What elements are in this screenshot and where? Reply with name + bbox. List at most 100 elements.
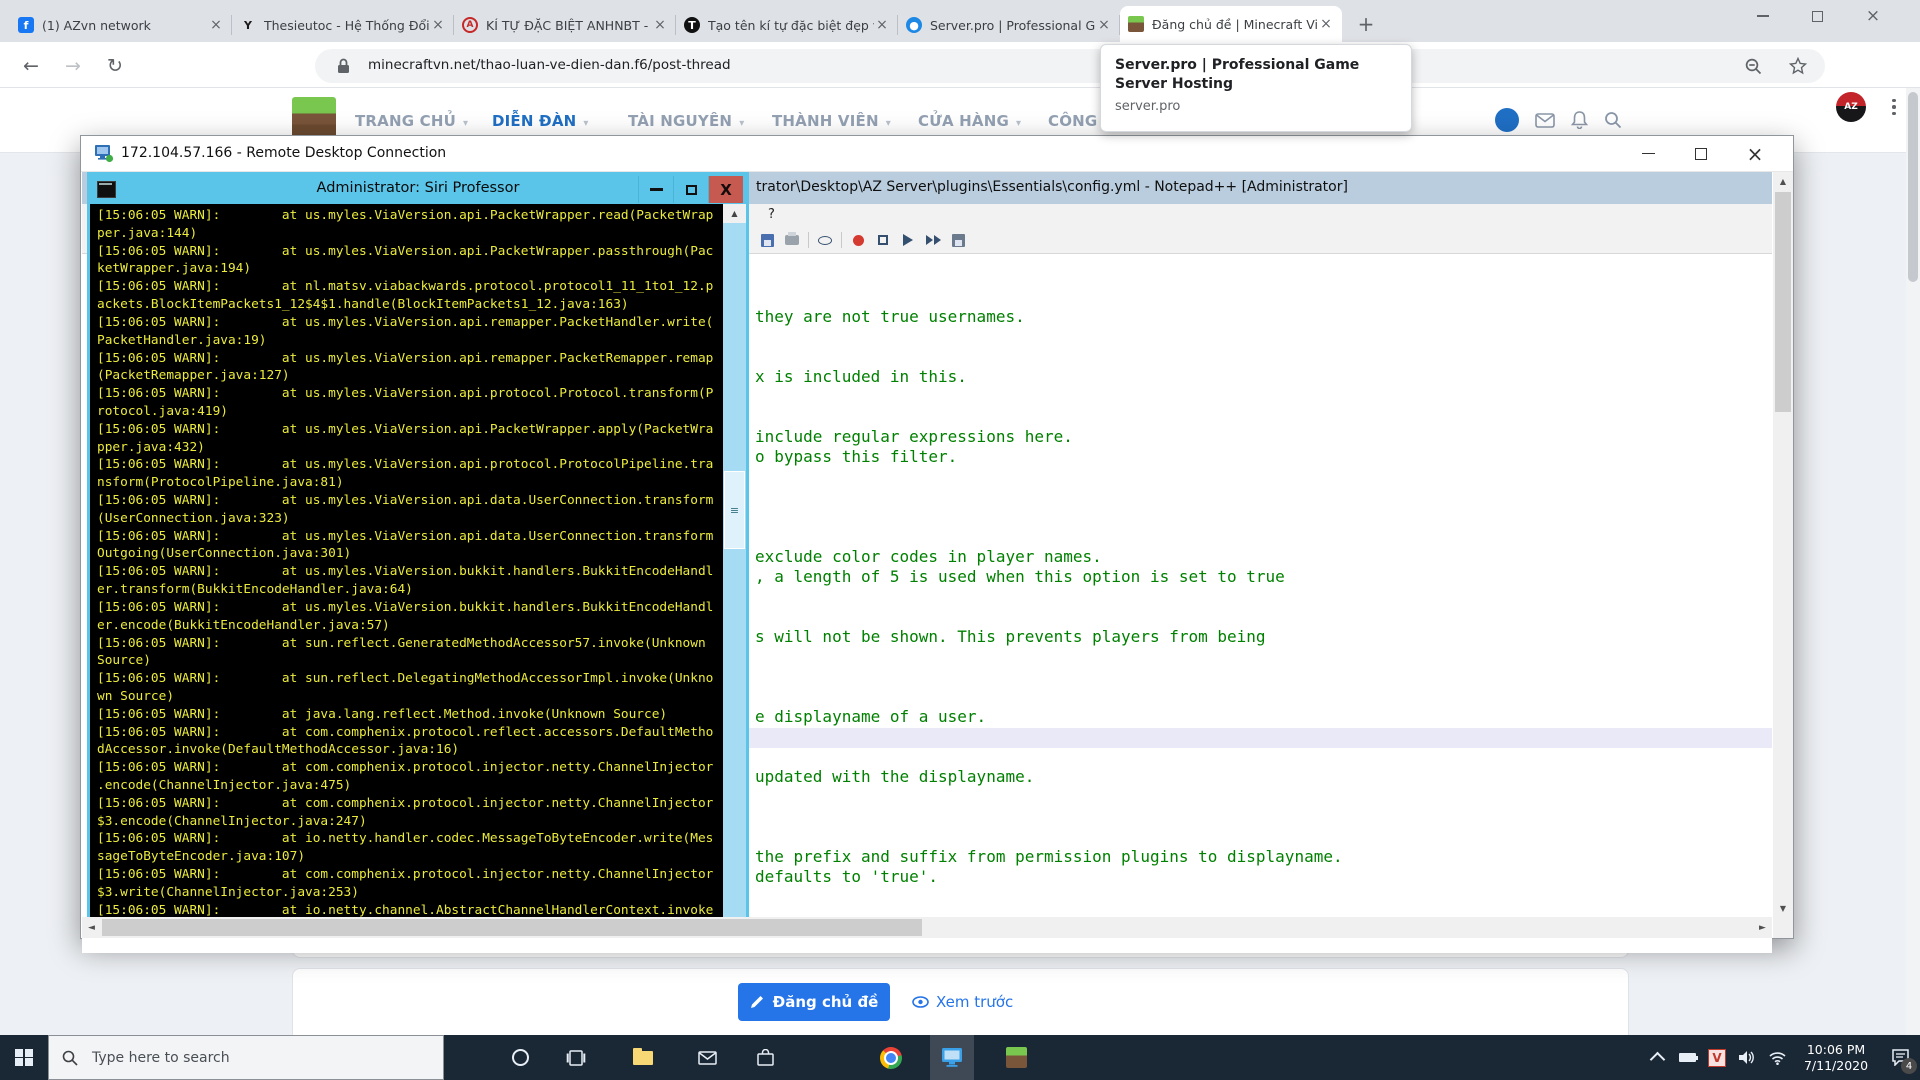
page-scrollbar-thumb[interactable] xyxy=(1908,92,1918,282)
bookmark-star-icon[interactable] xyxy=(1789,57,1807,75)
mail-button[interactable] xyxy=(685,1035,729,1080)
view-eye-icon[interactable] xyxy=(816,231,834,249)
rdp-close-button[interactable]: × xyxy=(1731,136,1779,171)
rdp-vertical-scrollbar[interactable]: ▲ ▼ xyxy=(1773,172,1793,917)
tab-close-icon[interactable]: × xyxy=(652,17,668,33)
start-button[interactable] xyxy=(0,1035,48,1080)
chevron-up-icon xyxy=(1649,1052,1665,1068)
cmd-minimize-button[interactable] xyxy=(638,176,673,203)
minecraft-taskbar-button[interactable] xyxy=(994,1035,1038,1080)
macro-stop-icon[interactable] xyxy=(874,231,892,249)
print-icon[interactable] xyxy=(783,231,801,249)
preview-button[interactable]: Xem trước xyxy=(912,991,1013,1013)
hidden-icons-chevron[interactable] xyxy=(1642,1035,1672,1080)
config-line: defaults to 'true'. xyxy=(755,867,1343,887)
scroll-left-icon[interactable]: ◄ xyxy=(82,917,101,938)
cmd-close-button[interactable]: X xyxy=(708,176,743,203)
volume-control[interactable] xyxy=(1732,1035,1762,1080)
site-nav-item[interactable]: TÀI NGUYÊN xyxy=(628,112,744,130)
alerts-bell-icon[interactable] xyxy=(1571,111,1588,129)
store-button[interactable] xyxy=(743,1035,787,1080)
scroll-up-icon[interactable]: ▲ xyxy=(723,204,746,223)
minimize-icon xyxy=(1757,15,1769,17)
config-line: o bypass this filter. xyxy=(755,447,1343,467)
macro-play-icon[interactable] xyxy=(899,231,917,249)
notepad-help-menu[interactable]: ? xyxy=(768,207,775,222)
taskbar-clock[interactable]: 10:06 PM 7/11/2020 xyxy=(1792,1042,1880,1074)
post-thread-label: Đăng chủ đề xyxy=(773,993,879,1011)
rdp-taskbar-button[interactable] xyxy=(930,1035,974,1080)
config-line xyxy=(755,747,1343,767)
chrome-taskbar-button[interactable] xyxy=(869,1035,913,1080)
rdp-minimize-button[interactable] xyxy=(1624,136,1672,171)
scroll-up-icon[interactable]: ▲ xyxy=(1773,172,1793,190)
browser-tab[interactable]: A KÍ TỰ ĐẶC BIỆT ANHNBT - #1 × xyxy=(454,8,676,42)
rdp-title-bar[interactable]: 172.104.57.166 - Remote Desktop Connecti… xyxy=(81,136,1793,172)
close-icon: × xyxy=(1747,144,1764,164)
profile-avatar[interactable]: AZ xyxy=(1836,92,1866,122)
console-line: [15:06:05 WARN]: at us.myles.ViaVersion.… xyxy=(97,314,730,332)
tab-close-icon[interactable]: × xyxy=(208,17,224,33)
browser-tab[interactable]: Đăng chủ đề | Minecraft Việt × xyxy=(1120,6,1342,42)
site-nav-item[interactable]: TRANG CHỦ xyxy=(355,112,468,130)
action-center-button[interactable]: 4 xyxy=(1880,1035,1920,1080)
minimize-icon xyxy=(650,188,663,191)
tab-hover-tooltip: Server.pro | Professional Game Server Ho… xyxy=(1100,44,1412,132)
forward-button[interactable]: → xyxy=(58,51,88,81)
network-status[interactable] xyxy=(1762,1035,1792,1080)
rdp-vscroll-thumb[interactable] xyxy=(1775,192,1791,412)
zoom-out-icon[interactable] xyxy=(1745,58,1762,75)
padlock-icon[interactable] xyxy=(337,58,350,74)
reload-button[interactable]: ↻ xyxy=(100,51,130,81)
cmd-restore-button[interactable] xyxy=(673,176,708,203)
wifi-icon xyxy=(1768,1051,1787,1065)
browser-tab[interactable]: f (1) AZvn network × xyxy=(10,8,232,42)
browser-tab[interactable]: ● Server.pro | Professional Gam × xyxy=(898,8,1120,42)
site-nav-item[interactable]: CỬA HÀNG xyxy=(918,112,1021,130)
tab-close-icon[interactable]: × xyxy=(874,17,890,33)
tab-close-icon[interactable]: × xyxy=(1318,16,1334,32)
cmd-scrollbar[interactable]: ▲ ≡ xyxy=(723,204,746,935)
save-icon[interactable] xyxy=(758,231,776,249)
new-tab-button[interactable]: + xyxy=(1352,10,1380,38)
scroll-down-icon[interactable]: ▼ xyxy=(1773,899,1793,917)
macro-record-icon[interactable] xyxy=(849,231,867,249)
inbox-envelope-icon[interactable] xyxy=(1535,113,1555,128)
macro-save-icon[interactable] xyxy=(949,231,967,249)
rdp-horizontal-scrollbar[interactable]: ◄ ► xyxy=(82,917,1772,938)
facebook-favicon-icon: f xyxy=(18,17,34,33)
site-nav-item[interactable]: THÀNH VIÊN xyxy=(772,112,891,130)
cortana-button[interactable] xyxy=(498,1035,542,1080)
macro-run-multiple-icon[interactable] xyxy=(924,231,942,249)
tab-close-icon[interactable]: × xyxy=(1096,17,1112,33)
browser-menu-icon[interactable] xyxy=(1884,94,1904,120)
browser-close-button[interactable]: × xyxy=(1848,0,1898,32)
ultraviewer-tray[interactable]: V xyxy=(1702,1035,1732,1080)
browser-minimize-button[interactable] xyxy=(1738,0,1788,32)
taskbar-search-box[interactable]: Type here to search xyxy=(48,1035,444,1080)
site-nav-item[interactable]: DIỄN ĐÀN xyxy=(492,112,589,130)
browser-maximize-button[interactable] xyxy=(1792,0,1842,32)
tab-close-icon[interactable]: × xyxy=(430,17,446,33)
scroll-right-icon[interactable]: ► xyxy=(1753,917,1772,938)
file-explorer-button[interactable] xyxy=(621,1035,665,1080)
address-bar[interactable]: minecraftvn.net/thao-luan-ve-dien-dan.f6… xyxy=(315,49,1825,83)
back-button[interactable]: ← xyxy=(16,51,46,81)
task-view-button[interactable] xyxy=(554,1035,598,1080)
user-avatar-icon[interactable] xyxy=(1495,108,1519,132)
site-search-icon[interactable] xyxy=(1604,111,1622,129)
config-line: updated with the displayname. xyxy=(755,767,1343,787)
console-line: Source) xyxy=(97,652,730,670)
server-console-log: [15:06:05 WARN]: at us.myles.ViaVersion.… xyxy=(90,204,730,938)
tab-title: KÍ TỰ ĐẶC BIỆT ANHNBT - #1 xyxy=(486,18,652,33)
browser-tab[interactable]: Y Thesieutoc - Hệ Thống Đổi T × xyxy=(232,8,454,42)
cmd-scrollbar-thumb[interactable]: ≡ xyxy=(724,471,745,549)
rdp-maximize-button[interactable] xyxy=(1677,136,1725,171)
rdp-hscroll-thumb[interactable] xyxy=(102,919,922,936)
cmd-title-bar[interactable]: Administrator: Siri Professor X xyxy=(90,175,746,204)
console-line: [15:06:05 WARN]: at nl.matsv.viabackward… xyxy=(97,278,730,296)
battery-status[interactable] xyxy=(1672,1035,1702,1080)
page-scrollbar[interactable] xyxy=(1906,88,1920,1035)
browser-tab[interactable]: T Tạo tên kí tự đặc biệt đẹp và × xyxy=(676,8,898,42)
post-thread-button[interactable]: Đăng chủ đề xyxy=(738,983,890,1021)
